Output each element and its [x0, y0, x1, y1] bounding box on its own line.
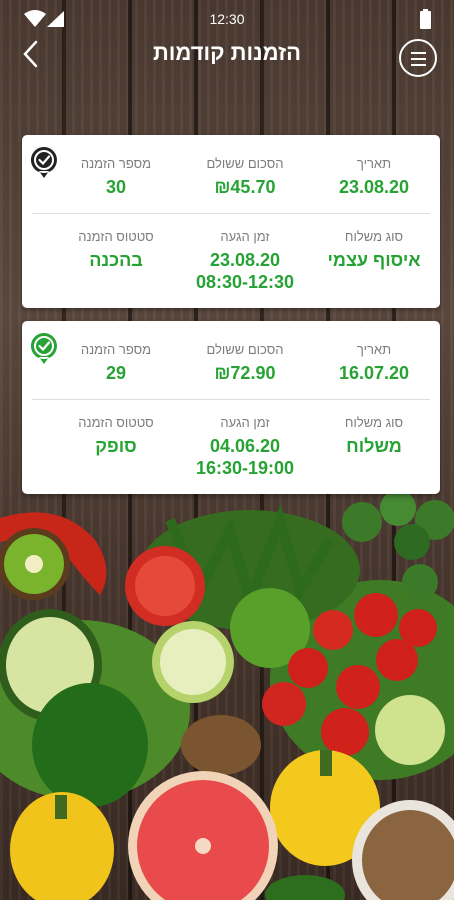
order-number: מספר הזמנה 30 — [60, 156, 172, 198]
order-number-value: 30 — [105, 177, 127, 197]
menu-button[interactable] — [399, 39, 437, 77]
back-arrow-icon[interactable] — [18, 38, 46, 70]
order-status-label: סטטוס הזמנה — [78, 229, 154, 244]
delivery-type-value: איסוף עצמי — [327, 250, 421, 270]
menu-line-icon — [411, 64, 426, 66]
order-status: סטטוס הזמנה בהכנה — [60, 229, 172, 271]
vegetables-background-image — [0, 490, 454, 900]
order-amount: הסכום ששולם ₪45.70 — [172, 156, 318, 198]
order-card[interactable]: תאריך 23.08.20 הסכום ששולם ₪45.70 מספר ה… — [22, 135, 440, 308]
arrival-time: זמן הגעה 04.06.20 16:30-19:00 — [172, 415, 318, 479]
menu-line-icon — [411, 58, 426, 60]
check-badge-dark-icon — [30, 147, 57, 178]
delivery-type-value: משלוח — [346, 436, 402, 456]
arrival-time-label: זמן הגעה — [220, 229, 270, 244]
order-status-value: בהכנה — [89, 250, 143, 270]
order-number-label: מספר הזמנה — [80, 156, 152, 171]
order-date: תאריך 23.08.20 — [318, 156, 430, 198]
date-label: תאריך — [356, 156, 392, 171]
delivery-type: סוג משלוח משלוח — [318, 415, 430, 457]
arrival-window-value: 08:30-12:30 — [195, 272, 295, 292]
delivery-type: סוג משלוח איסוף עצמי — [318, 229, 430, 271]
order-number-label: מספר הזמנה — [80, 342, 152, 357]
amount-value: ₪45.70 — [214, 177, 276, 197]
amount-label: הסכום ששולם — [206, 156, 284, 171]
amount-value: ₪72.90 — [214, 363, 276, 383]
check-badge-green-icon — [30, 333, 57, 364]
order-date: תאריך 16.07.20 — [318, 342, 430, 384]
amount-label: הסכום ששולם — [206, 342, 284, 357]
page-title: הזמנות קודמות — [152, 40, 302, 65]
date-value: 16.07.20 — [338, 363, 410, 383]
arrival-time: זמן הגעה 23.08.20 08:30-12:30 — [172, 229, 318, 293]
menu-line-icon — [411, 52, 426, 54]
arrival-time-label: זמן הגעה — [220, 415, 270, 430]
order-status: סטטוס הזמנה סופק — [60, 415, 172, 457]
delivery-type-label: סוג משלוח — [344, 229, 404, 244]
status-time: 12:30 — [209, 11, 245, 27]
order-card[interactable]: תאריך 16.07.20 הסכום ששולם ₪72.90 מספר ה… — [22, 321, 440, 494]
card-divider — [32, 213, 430, 214]
date-value: 23.08.20 — [338, 177, 410, 197]
card-divider — [32, 399, 430, 400]
arrival-date-value: 23.08.20 — [209, 250, 281, 270]
order-number-value: 29 — [105, 363, 127, 383]
date-label: תאריך — [356, 342, 392, 357]
app-header: הזמנות קודמות — [0, 32, 454, 77]
order-status-value: סופק — [95, 436, 137, 456]
delivery-type-label: סוג משלוח — [344, 415, 404, 430]
arrival-date-value: 04.06.20 — [209, 436, 281, 456]
order-amount: הסכום ששולם ₪72.90 — [172, 342, 318, 384]
order-status-label: סטטוס הזמנה — [78, 415, 154, 430]
battery-icon — [420, 9, 431, 29]
arrival-window-value: 16:30-19:00 — [195, 458, 295, 478]
order-number: מספר הזמנה 29 — [60, 342, 172, 384]
